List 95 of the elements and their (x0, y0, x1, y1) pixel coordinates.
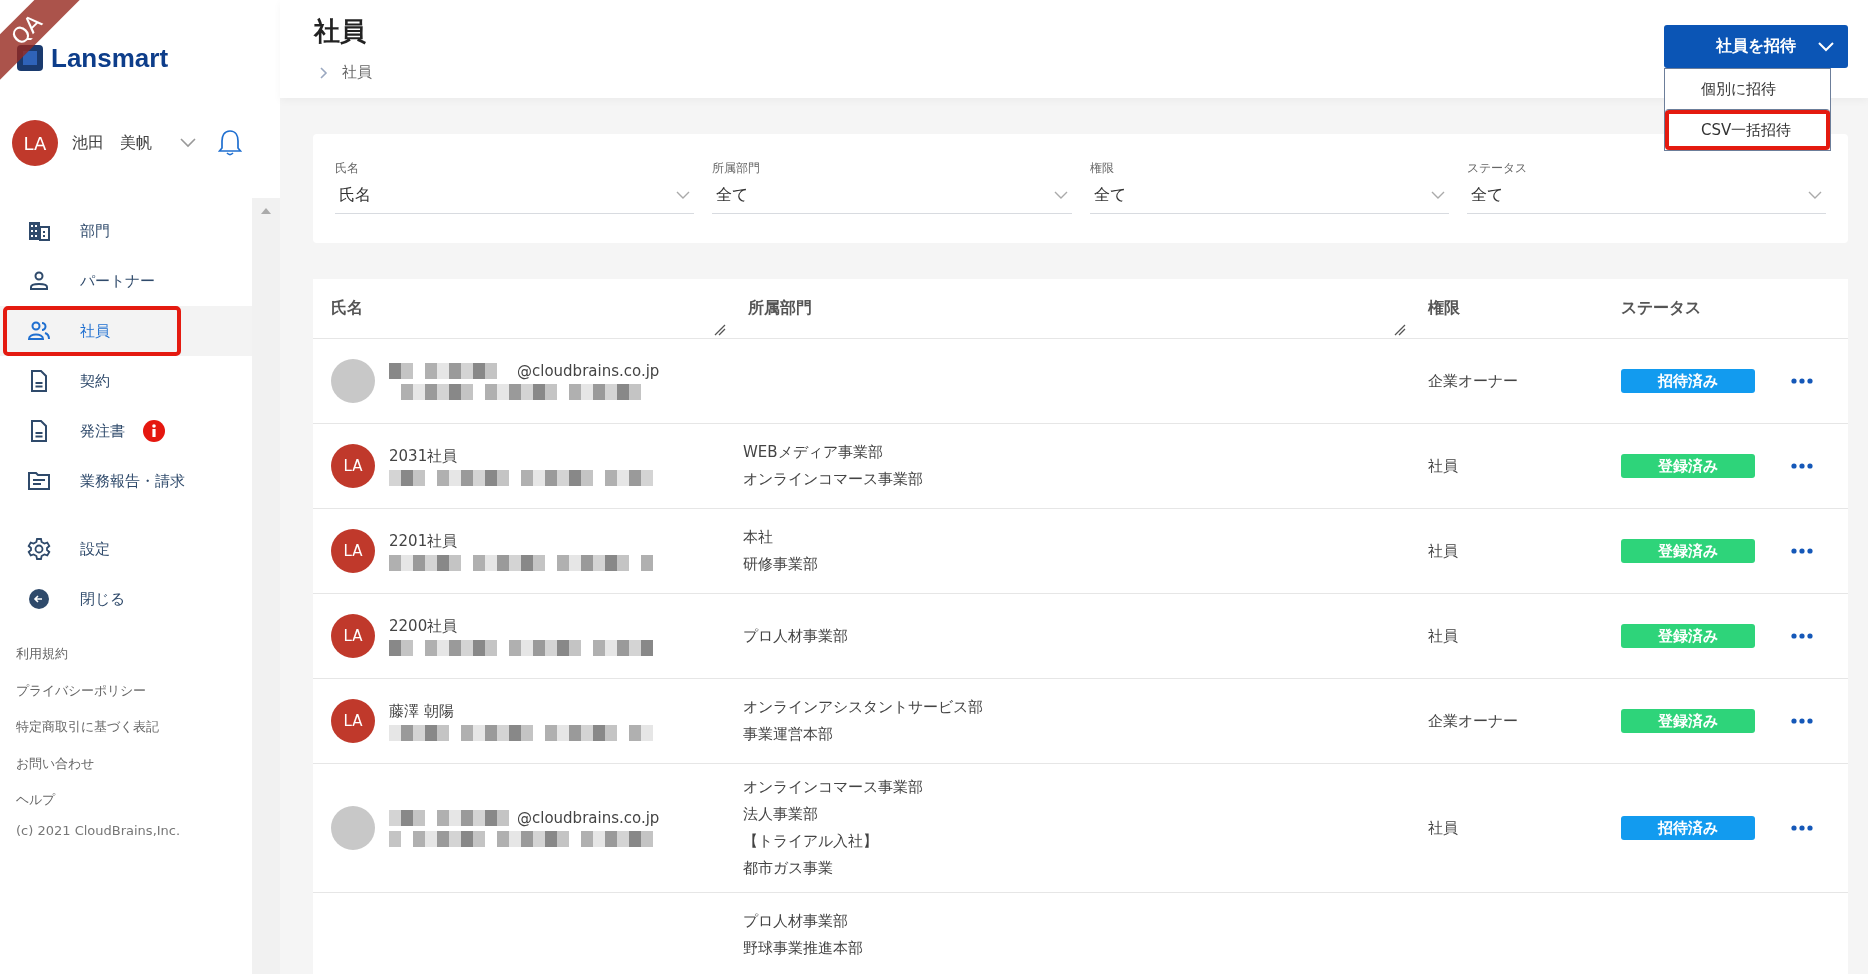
role-text: 社員 (1428, 627, 1458, 645)
role-text: 企業オーナー (1428, 712, 1518, 730)
folder-icon (27, 471, 51, 491)
more-icon[interactable] (1791, 718, 1813, 724)
status-badge: 登録済み (1621, 624, 1755, 648)
alert-icon (143, 420, 165, 442)
more-icon[interactable] (1791, 825, 1813, 831)
employee-name: 2200社員 (389, 616, 458, 636)
department-name: 事業運営本部 (743, 725, 834, 744)
resize-handle-icon[interactable] (714, 324, 726, 336)
employee-name: 藤澤 朝陽 (389, 701, 454, 721)
status-badge: 招待済み (1621, 369, 1755, 393)
user-avatar (331, 806, 375, 850)
chevron-right-icon (320, 66, 328, 79)
nav-item[interactable]: 設定 (0, 524, 252, 574)
page-title: 社員 (314, 15, 367, 48)
department-name: オンラインコマース事業部 (743, 470, 924, 489)
back-icon (27, 588, 51, 610)
department-name: オンラインコマース事業部 (743, 778, 924, 797)
nav-item[interactable]: 閉じる (0, 574, 252, 624)
department-name: WEBメディア事業部 (743, 443, 884, 462)
select-field[interactable]: 氏名 (335, 177, 695, 214)
building-icon (27, 221, 51, 241)
nav-item[interactable]: 発注書 (0, 406, 252, 456)
footer-link[interactable]: お問い合わせ (16, 745, 252, 782)
select-field[interactable]: 全て (1089, 177, 1449, 214)
employee-name: 2031社員 (389, 446, 458, 466)
nav-item[interactable]: 部門 (0, 206, 252, 256)
copyright-text: (c) 2021 CloudBrains,Inc. (15, 821, 182, 838)
chevron-down-icon (1053, 191, 1068, 199)
role-text: 企業オーナー (1428, 372, 1518, 390)
chevron-down-icon (676, 191, 691, 199)
footer-link[interactable]: 利用規約 (16, 636, 252, 673)
nav-item[interactable]: 業務報告・請求 (0, 456, 252, 506)
column-header[interactable]: 氏名 (331, 298, 363, 319)
invite-button[interactable]: 社員を招待 (1664, 25, 1848, 68)
column-header[interactable]: ステータス (1621, 298, 1701, 319)
nav-item[interactable]: パートナー (0, 256, 252, 306)
user-avatar: LA (331, 699, 375, 743)
role-text: 社員 (1428, 457, 1458, 475)
department-name: 野球事業推進本部 (743, 939, 864, 958)
user-avatar (331, 359, 375, 403)
footer-link[interactable]: プライバシーポリシー (16, 672, 252, 709)
more-icon[interactable] (1791, 633, 1813, 639)
status-badge: 登録済み (1621, 454, 1755, 478)
nav-item[interactable]: 社員 (0, 306, 252, 356)
department-name: プロ人材事業部 (743, 626, 849, 646)
resize-handle-icon[interactable] (1394, 324, 1406, 336)
employee-name: 2201社員 (389, 531, 458, 551)
logo-text: Lansmart (51, 42, 169, 74)
role-text: 社員 (1428, 819, 1458, 837)
more-icon[interactable] (1791, 548, 1813, 554)
status-badge: 招待済み (1621, 816, 1755, 840)
bell-icon[interactable] (218, 129, 242, 157)
user-avatar: LA (331, 614, 375, 658)
menu-item[interactable]: CSV一括招待 (1665, 109, 1830, 150)
select-field[interactable]: 全て (712, 177, 1072, 214)
employee-email: @cloudbrains.co.jp (517, 362, 660, 380)
settings-icon (27, 538, 51, 560)
chevron-down-icon (1818, 41, 1834, 52)
user-avatar: LA (331, 444, 375, 488)
people-icon (27, 321, 51, 341)
user-avatar[interactable]: LA (12, 120, 58, 166)
nav-item[interactable]: 契約 (0, 356, 252, 406)
department-name: プロ人材事業部 (743, 912, 849, 931)
department-name: 【トライアル入社】 (743, 832, 879, 851)
more-icon[interactable] (1791, 378, 1813, 384)
column-header[interactable]: 権限 (1428, 298, 1460, 319)
status-badge: 登録済み (1621, 709, 1755, 733)
user-avatar: LA (331, 529, 375, 573)
chevron-down-icon (1430, 191, 1445, 199)
department-name: 都市ガス事業 (743, 859, 834, 878)
footer-link[interactable]: ヘルプ (16, 782, 252, 819)
menu-item[interactable]: 個別に招待 (1665, 68, 1830, 109)
filter-label: ステータス (1466, 160, 1528, 177)
filter-label: 所属部門 (712, 160, 762, 177)
more-icon[interactable] (1791, 463, 1813, 469)
department-name: 本社 (743, 528, 774, 547)
chevron-down-icon[interactable] (180, 138, 196, 148)
footer-link[interactable]: 特定商取引に基づく表記 (16, 709, 252, 746)
scrollbar[interactable] (252, 198, 280, 974)
employee-email: @cloudbrains.co.jp (517, 809, 660, 827)
filter-label: 権限 (1089, 160, 1115, 177)
select-field[interactable]: 全て (1466, 177, 1826, 214)
department-name: 法人事業部 (743, 805, 819, 824)
department-name: オンラインアシスタントサービス部 (743, 698, 984, 717)
status-badge: 登録済み (1621, 539, 1755, 563)
user-name: 池田 美帆 (72, 132, 153, 154)
department-name: 研修事業部 (743, 555, 819, 574)
role-text: 社員 (1428, 542, 1458, 560)
filter-label: 氏名 (335, 160, 360, 177)
column-header[interactable]: 所属部門 (748, 298, 812, 319)
person-icon (27, 271, 51, 291)
chevron-down-icon (1808, 191, 1822, 199)
breadcrumb-item[interactable]: 社員 (342, 63, 372, 82)
